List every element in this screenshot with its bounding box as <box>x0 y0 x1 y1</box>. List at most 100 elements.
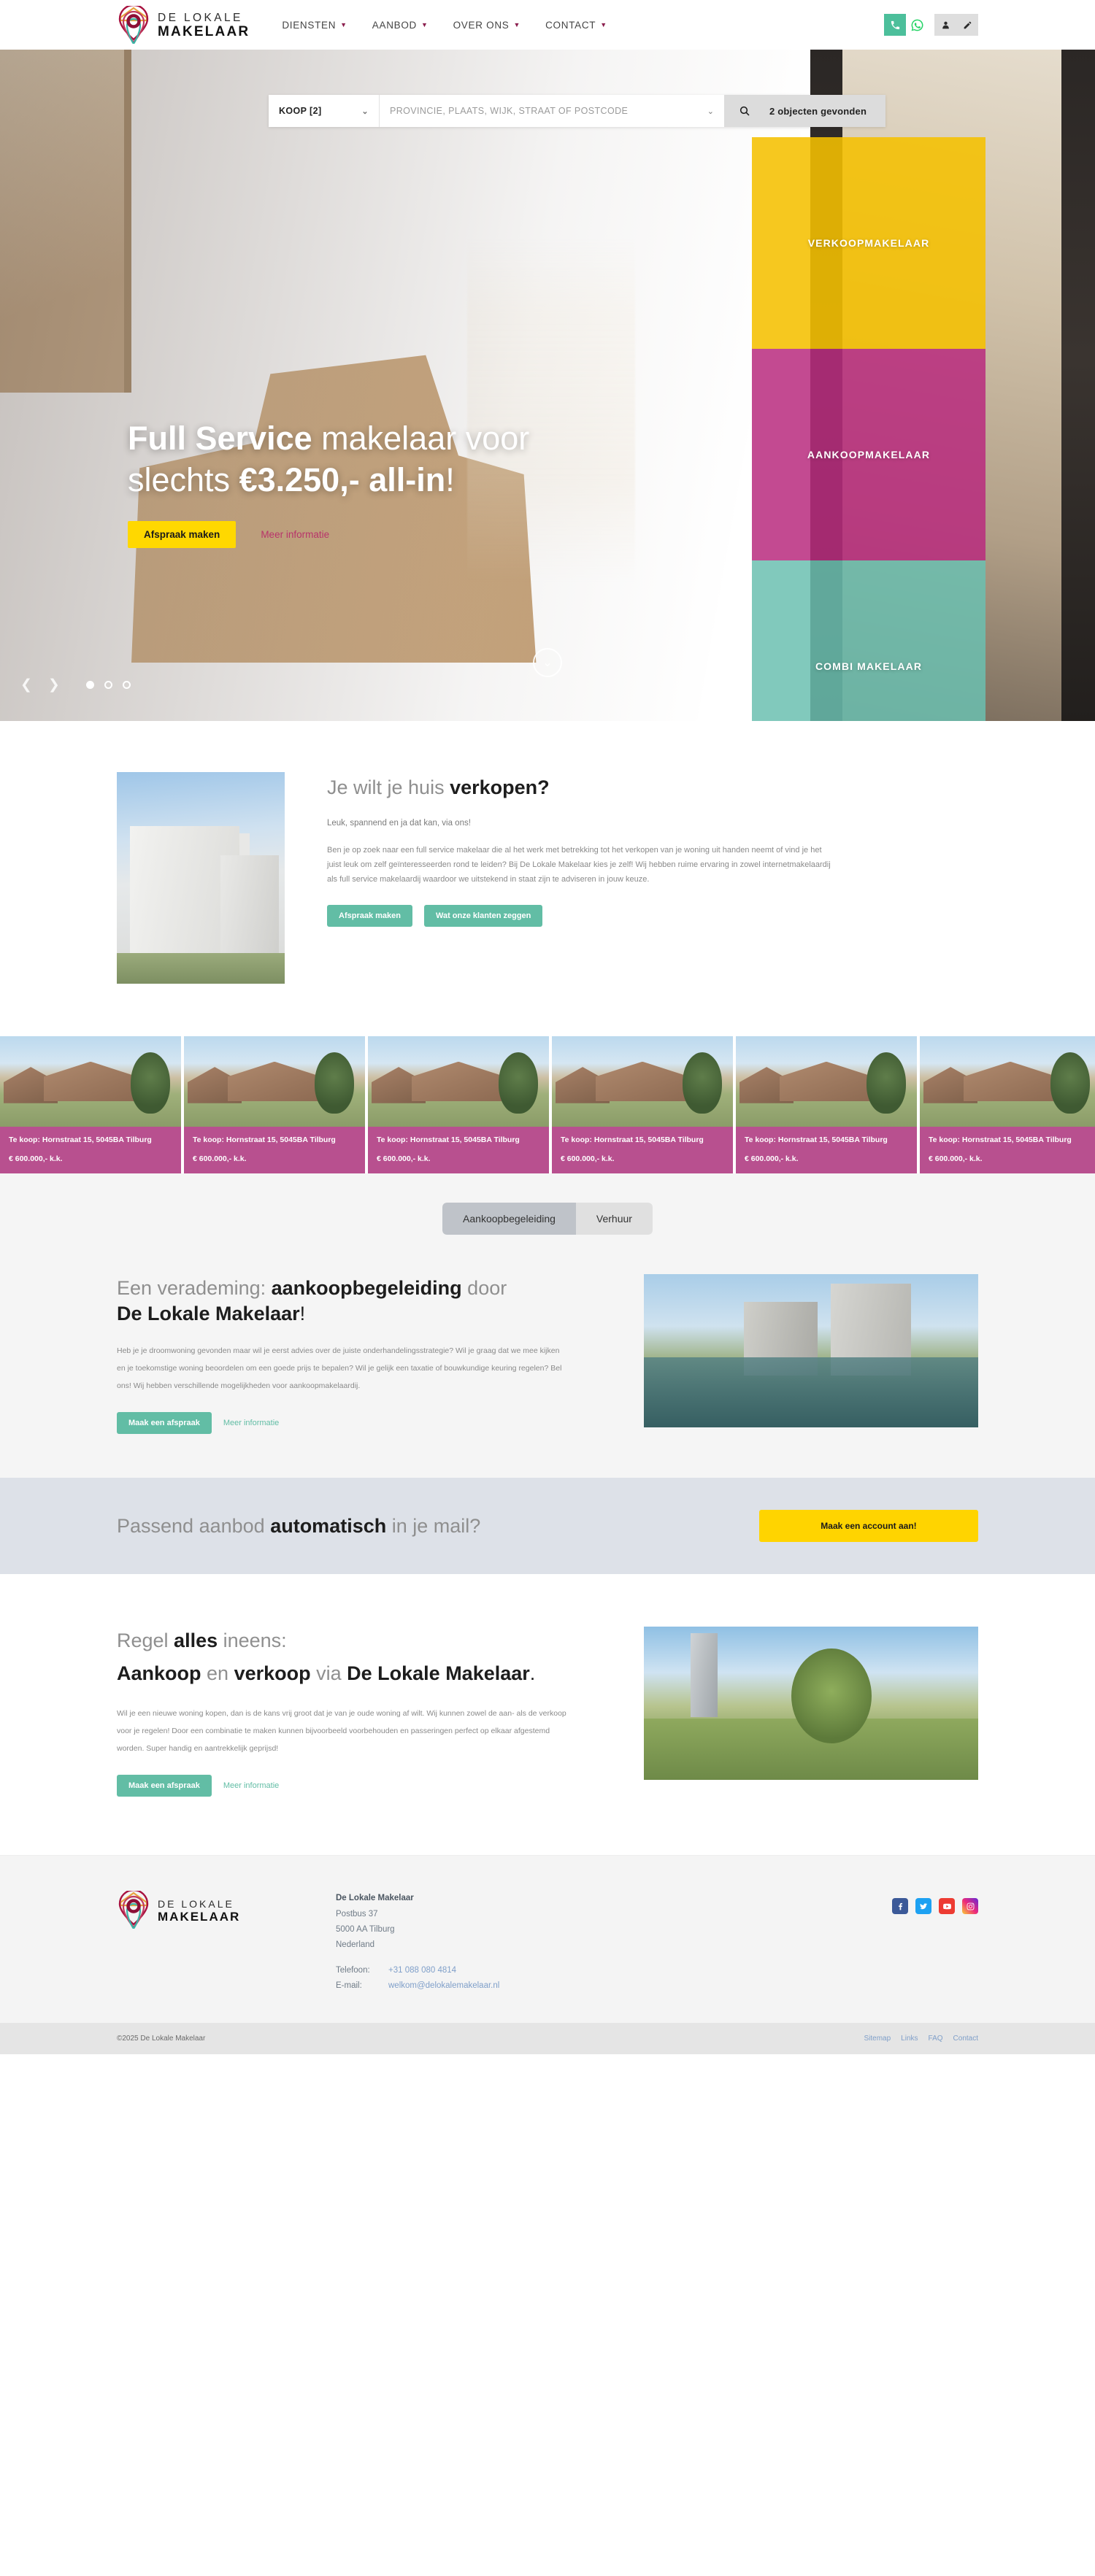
nav-item-aanbod[interactable]: AANBOD ▼ <box>372 20 429 31</box>
chevron-down-icon: ▼ <box>421 21 429 28</box>
tab-aankoopbegeleiding[interactable]: Aankoopbegeleiding <box>442 1203 576 1235</box>
nav-item-contact[interactable]: CONTACT ▼ <box>545 20 607 31</box>
nav-label: AANBOD <box>372 19 417 31</box>
scroll-down-button[interactable]: ⌄ <box>533 648 562 677</box>
combi-line2-tail: . <box>529 1662 536 1685</box>
guidance-title-bold-1: aankoopbegeleiding <box>271 1277 462 1300</box>
footer-link-links[interactable]: Links <box>901 2035 918 2043</box>
user-account-button[interactable] <box>934 14 956 36</box>
combi-title-light-2: ineens: <box>218 1630 287 1652</box>
facebook-icon <box>898 1902 902 1910</box>
service-panels: VERKOOPMAKELAAR AANKOOPMAKELAAR COMBI MA… <box>752 137 986 721</box>
footer-logo-line-2: MAKELAAR <box>158 1909 241 1924</box>
sell-appointment-button[interactable]: Afspraak maken <box>327 904 412 927</box>
panel-combi-makelaar[interactable]: COMBI MAKELAAR <box>752 560 986 721</box>
listing-card[interactable]: Te koop: Hornstraat 15, 5045BA Tilburg €… <box>736 1036 917 1174</box>
guidance-more-info-link[interactable]: Meer informatie <box>223 1419 279 1427</box>
footer-email-label: E-mail: <box>336 1981 362 1991</box>
phone-button[interactable] <box>884 14 906 36</box>
panel-label: AANKOOPMAKELAAR <box>807 449 931 460</box>
combi-line2-light-2: via <box>310 1662 347 1685</box>
hero-appointment-button[interactable]: Afspraak maken <box>128 521 237 549</box>
guidance-body-text: Heb je je droomwoning gevonden maar wil … <box>117 1346 562 1390</box>
footer-phone-value[interactable]: +31 088 080 4814 <box>388 1963 456 1978</box>
instagram-icon <box>967 1902 974 1910</box>
listing-info: Te koop: Hornstraat 15, 5045BA Tilburg €… <box>0 1127 181 1174</box>
header-action-buttons <box>884 14 978 36</box>
listing-card[interactable]: Te koop: Hornstraat 15, 5045BA Tilburg €… <box>0 1036 181 1174</box>
combi-more-info-link[interactable]: Meer informatie <box>223 1781 279 1790</box>
carousel-next-icon[interactable]: ❯ <box>48 678 60 692</box>
carousel-dot-3[interactable] <box>122 681 131 689</box>
hero-headline-strong-2: €3.250,- all-in <box>239 460 446 498</box>
hero-content: Full Service makelaar voor slechts €3.25… <box>128 418 726 549</box>
services-tab-section: Aankoopbegeleiding Verhuur Een verademin… <box>0 1173 1095 1478</box>
mail-cta-title: Passend aanbod automatisch in je mail? <box>117 1515 480 1538</box>
listing-card[interactable]: Te koop: Hornstraat 15, 5045BA Tilburg €… <box>552 1036 733 1174</box>
chevron-down-icon: ▼ <box>600 21 607 28</box>
listing-info: Te koop: Hornstraat 15, 5045BA Tilburg €… <box>552 1127 733 1174</box>
facebook-button[interactable] <box>892 1898 908 1915</box>
edit-button[interactable] <box>956 14 978 36</box>
combi-image <box>644 1627 978 1781</box>
nav-item-over-ons[interactable]: OVER ONS ▼ <box>453 20 520 31</box>
footer-link-contact[interactable]: Contact <box>953 2035 978 2043</box>
footer-link-sitemap[interactable]: Sitemap <box>864 2035 891 2043</box>
footer-logo[interactable]: DE LOKALE MAKELAAR <box>117 1891 336 1929</box>
mail-title-bold: automatisch <box>270 1514 387 1537</box>
listing-photo <box>736 1036 917 1127</box>
search-type-select[interactable]: KOOP [2] ⌄ <box>269 95 380 127</box>
logo-line-2: MAKELAAR <box>158 24 250 40</box>
carousel-dot-1[interactable] <box>85 681 94 689</box>
whatsapp-button[interactable] <box>906 14 928 36</box>
listing-card[interactable]: Te koop: Hornstraat 15, 5045BA Tilburg €… <box>184 1036 365 1174</box>
footer-phone-label: Telefoon: <box>336 1966 370 1975</box>
listing-price: € 600.000,- k.k. <box>377 1154 431 1164</box>
footer-email-value[interactable]: welkom@delokalemakelaar.nl <box>388 1978 499 1994</box>
carousel-prev-icon[interactable]: ❮ <box>20 678 32 692</box>
chevron-down-icon: ⌄ <box>361 107 369 116</box>
location-pin-logo-icon <box>118 6 149 44</box>
guidance-title-bold-2: De Lokale Makelaar <box>117 1303 300 1325</box>
create-account-button[interactable]: Maak een account aan! <box>759 1510 978 1543</box>
twitter-button[interactable] <box>915 1898 931 1915</box>
panel-label: VERKOOPMAKELAAR <box>807 237 930 249</box>
combi-appointment-button[interactable]: Maak een afspraak <box>117 1775 212 1797</box>
site-footer: DE LOKALE MAKELAAR De Lokale Makelaar Po… <box>0 1856 1095 2023</box>
listing-card[interactable]: Te koop: Hornstraat 15, 5045BA Tilburg €… <box>920 1036 1095 1174</box>
listing-info: Te koop: Hornstraat 15, 5045BA Tilburg €… <box>920 1127 1095 1174</box>
panel-aankoopmakelaar[interactable]: AANKOOPMAKELAAR <box>752 349 986 560</box>
combi-line2-bold-3: De Lokale Makelaar <box>347 1662 530 1685</box>
search-input[interactable] <box>390 106 696 116</box>
listing-title: Te koop: Hornstraat 15, 5045BA Tilburg <box>745 1135 888 1144</box>
chevron-down-icon[interactable]: ⌄ <box>707 107 714 116</box>
listing-price: € 600.000,- k.k. <box>745 1154 799 1164</box>
account-tools-group <box>934 14 978 36</box>
service-tabs: Aankoopbegeleiding Verhuur <box>442 1203 653 1235</box>
youtube-icon <box>942 1903 951 1910</box>
chevron-down-icon: ▼ <box>340 21 347 28</box>
search-submit-button[interactable]: 2 objecten gevonden <box>724 95 886 127</box>
panel-verkoopmakelaar[interactable]: VERKOOPMAKELAAR <box>752 137 986 349</box>
guidance-appointment-button[interactable]: Maak een afspraak <box>117 1412 212 1435</box>
listing-card[interactable]: Te koop: Hornstraat 15, 5045BA Tilburg €… <box>368 1036 549 1174</box>
sell-testimonials-button[interactable]: Wat onze klanten zeggen <box>424 904 543 927</box>
site-logo[interactable]: DE LOKALE MAKELAAR <box>117 6 250 44</box>
tab-verhuur[interactable]: Verhuur <box>575 1203 653 1235</box>
hero-headline-tail: ! <box>445 460 455 498</box>
footer-link-faq[interactable]: FAQ <box>929 2035 943 2043</box>
sell-title-bold: verkopen? <box>450 776 550 798</box>
combi-title-light-1: Regel <box>117 1630 174 1652</box>
property-listings-carousel[interactable]: Te koop: Hornstraat 15, 5045BA Tilburg €… <box>0 1036 1095 1174</box>
footer-contact-details: Telefoon: +31 088 080 4814 E-mail: welko… <box>336 1963 499 1993</box>
carousel-dot-2[interactable] <box>104 681 112 689</box>
listing-title: Te koop: Hornstraat 15, 5045BA Tilburg <box>377 1135 520 1144</box>
youtube-button[interactable] <box>939 1898 955 1915</box>
hero-more-info-link[interactable]: Meer informatie <box>261 529 329 540</box>
nav-item-diensten[interactable]: DIENSTEN ▼ <box>282 20 347 31</box>
guidance-block: Een verademing: aankoopbegeleiding door … <box>117 1274 978 1435</box>
instagram-button[interactable] <box>962 1898 978 1915</box>
footer-address-line-3: Nederland <box>336 1940 375 1950</box>
listing-price: € 600.000,- k.k. <box>929 1154 983 1164</box>
combi-title-line2: Aankoop en verkoop via De Lokale Makelaa… <box>117 1661 603 1686</box>
